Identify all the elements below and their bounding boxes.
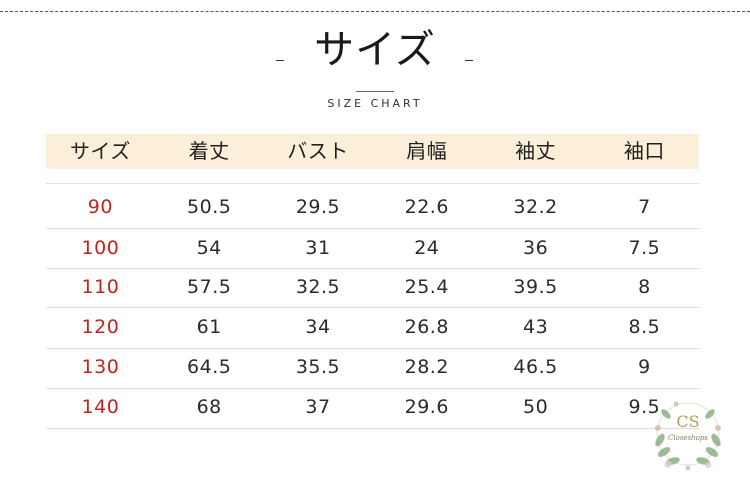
table-cell: 29.6 bbox=[404, 396, 449, 418]
table-bottom-rule bbox=[46, 428, 699, 429]
header-sleeve: 袖丈 bbox=[515, 139, 557, 163]
table-cell: 39.5 bbox=[513, 276, 558, 298]
table-cell: 36 bbox=[522, 237, 549, 259]
header-size: サイズ bbox=[69, 139, 131, 163]
table-cell: 68 bbox=[196, 396, 222, 418]
table-cell: 26.8 bbox=[404, 316, 449, 338]
table-cell: 61 bbox=[196, 316, 222, 338]
table-cell-size: 100 bbox=[81, 237, 120, 259]
header-cuff: 袖口 bbox=[623, 139, 665, 163]
top-dashed-divider bbox=[0, 11, 750, 12]
table-cell: 8 bbox=[638, 276, 651, 298]
table-cell: 25.4 bbox=[404, 276, 449, 298]
table-cell-size: 90 bbox=[87, 196, 113, 218]
table-cell: 50.5 bbox=[187, 196, 232, 218]
table-cell: 46.5 bbox=[513, 356, 558, 378]
title-underline bbox=[356, 91, 394, 92]
logo-name: Closeshops bbox=[668, 434, 708, 442]
wreath-logo-graphic: CS Closeshops bbox=[655, 401, 721, 471]
table-cell: 32.5 bbox=[295, 276, 341, 298]
table-cell-size: 130 bbox=[81, 356, 120, 378]
table-cell: 9 bbox=[638, 356, 651, 378]
table-cell: 24 bbox=[414, 237, 440, 259]
table-cell: 57.5 bbox=[187, 276, 232, 298]
table-cell: 50 bbox=[522, 396, 549, 418]
table-cell: 34 bbox=[305, 316, 331, 338]
table-cell-size: 120 bbox=[81, 316, 120, 338]
page-title: サイズ bbox=[314, 27, 436, 73]
table-cell: 35.5 bbox=[295, 356, 341, 378]
table-cell: 43 bbox=[522, 316, 549, 338]
table-cell: 31 bbox=[305, 237, 331, 259]
header-bust: バスト bbox=[287, 139, 349, 163]
table-top-rule bbox=[46, 183, 699, 184]
table-cell: 7 bbox=[638, 196, 651, 218]
title-right-dash bbox=[465, 60, 473, 61]
table-cell: 32.2 bbox=[513, 196, 558, 218]
header-shoulder: 肩幅 bbox=[406, 139, 448, 163]
table-cell: 7.5 bbox=[628, 237, 661, 259]
logo-monogram: CS bbox=[676, 412, 699, 431]
table-cell: 54 bbox=[196, 237, 222, 259]
table-cell-size: 140 bbox=[81, 396, 120, 418]
header-length: 着丈 bbox=[188, 139, 230, 163]
table-cell: 37 bbox=[305, 396, 331, 418]
table-cell: 64.5 bbox=[187, 356, 232, 378]
page-subtitle: SIZE CHART bbox=[327, 97, 423, 110]
table-cell: 22.6 bbox=[404, 196, 449, 218]
table-cell: 28.2 bbox=[404, 356, 449, 378]
table-cell: 8.5 bbox=[628, 316, 661, 338]
brand-logo: CS Closeshops bbox=[646, 392, 730, 476]
table-cell-size: 110 bbox=[81, 276, 120, 298]
table-cell: 29.5 bbox=[295, 196, 341, 218]
